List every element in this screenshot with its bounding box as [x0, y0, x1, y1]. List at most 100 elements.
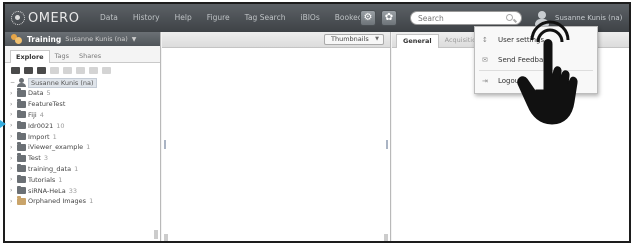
folder-icon — [17, 196, 26, 205]
nav-data[interactable]: Data — [100, 13, 118, 22]
nav-booked[interactable]: Booked — [335, 13, 363, 22]
nav-tag-search[interactable]: Tag Search — [245, 13, 286, 22]
expand-icon[interactable]: › — [10, 176, 17, 183]
main-nav: Data History Help Figure Tag Search iBIO… — [100, 13, 378, 22]
nav-help[interactable]: Help — [175, 13, 192, 22]
tree-item-count: 1 — [89, 197, 94, 206]
search-input[interactable] — [418, 12, 508, 24]
tree-item-label: iViewer_example — [28, 143, 84, 152]
tree-item[interactable]: › iViewer_example 1 — [10, 142, 160, 153]
delete-icon[interactable] — [102, 66, 111, 74]
tree-item-label: Data — [28, 89, 44, 98]
view-mode-label: Thumbnails — [331, 35, 369, 43]
tree-item-label: Import — [28, 132, 50, 141]
group-user: Susanne Kunis (na) — [65, 35, 128, 43]
search-box[interactable] — [410, 11, 522, 25]
new-screen-icon[interactable] — [37, 66, 46, 74]
tree-item[interactable]: › FeatureTest — [10, 99, 160, 110]
folder-icon — [17, 185, 26, 195]
new-dataset-icon[interactable] — [24, 66, 33, 74]
bottom-right-handle[interactable] — [384, 234, 388, 241]
hand-pointer-icon — [517, 20, 578, 125]
expand-icon[interactable]: › — [10, 198, 17, 205]
tree-item[interactable]: › Orphaned Images 1 — [10, 196, 160, 207]
link-icon[interactable] — [89, 66, 98, 74]
tree-item-count: 1 — [58, 175, 63, 184]
tree-item[interactable]: › Data 5 — [10, 88, 160, 99]
tree-item-label: FeatureTest — [28, 100, 66, 109]
copy-icon[interactable] — [63, 66, 72, 74]
tree-item[interactable]: › training_data 1 — [10, 163, 160, 175]
expand-icon[interactable]: › — [10, 111, 17, 118]
center-panel: Thumbnails ▼ — [162, 32, 391, 241]
tree-item[interactable]: › Fiji 4 — [10, 109, 160, 121]
folder-icon — [17, 131, 26, 141]
paste-icon[interactable] — [76, 66, 85, 74]
scripts-icon[interactable]: ⚙ — [360, 10, 376, 26]
tree-item-label: Tutorials — [28, 175, 56, 184]
chevron-down-icon: ▼ — [375, 36, 379, 42]
logo-text: OMERO — [28, 10, 80, 26]
expand-icon[interactable]: › — [10, 165, 17, 172]
resize-handle[interactable] — [154, 230, 158, 239]
omero-logo-icon — [11, 11, 25, 25]
left-splitter-handle[interactable] — [164, 140, 166, 149]
group-selector[interactable]: Training Susanne Kunis (na) ▼ — [5, 32, 160, 46]
tree-item-label: siRNA-HeLa — [28, 186, 66, 195]
explorer-tabs: Explore Tags Shares — [5, 46, 160, 63]
tree-item-count: 5 — [46, 89, 51, 98]
expand-icon[interactable]: › — [10, 101, 17, 108]
tree-toolbar — [5, 63, 160, 77]
folder-icon — [17, 120, 26, 130]
expand-icon[interactable]: › — [10, 90, 17, 97]
expand-icon[interactable]: › — [10, 155, 17, 162]
tree-item-label: Orphaned Images — [28, 197, 87, 206]
tree-item-count: 1 — [86, 143, 91, 152]
tab-tags[interactable]: Tags — [50, 50, 74, 63]
tree-item-label: Fiji — [28, 110, 37, 119]
tab-explore[interactable]: Explore — [10, 50, 50, 63]
folder-icon — [17, 153, 26, 162]
bottom-left-handle[interactable] — [164, 234, 168, 241]
tree-item-count: 33 — [68, 186, 77, 195]
tree-item-count: 1 — [74, 164, 79, 173]
folder-icon — [17, 174, 26, 184]
new-project-icon[interactable] — [11, 66, 20, 74]
tree-item[interactable]: › Idr0021 10 — [10, 120, 160, 131]
expand-icon[interactable]: › — [10, 187, 17, 194]
omero-logo[interactable]: OMERO — [11, 10, 79, 26]
group-icon — [11, 34, 23, 44]
tab-general[interactable]: General — [396, 34, 439, 48]
folder-icon — [17, 109, 26, 119]
left-panel: Training Susanne Kunis (na) ▼ Explore Ta… — [5, 32, 161, 241]
tree-item-count: 4 — [39, 110, 44, 119]
tree-item-count: 10 — [56, 121, 65, 130]
logout-icon: ⇥ — [482, 77, 488, 85]
expand-icon[interactable]: › — [10, 133, 17, 140]
activities-icon[interactable]: ✿ — [381, 10, 397, 26]
tab-shares[interactable]: Shares — [74, 50, 106, 63]
tree-item-count: 1 — [52, 132, 57, 141]
tree-item-count: 3 — [43, 154, 48, 163]
tree-item-label: Idr0021 — [28, 121, 54, 130]
tree-item[interactable]: › Tutorials 1 — [10, 174, 160, 185]
tree-root[interactable]: − Susanne Kunis (na) — [10, 77, 160, 88]
nav-history[interactable]: History — [133, 13, 160, 22]
right-splitter-handle[interactable] — [386, 140, 388, 149]
center-header: Thumbnails ▼ — [162, 32, 390, 48]
nav-ibios[interactable]: iBIOs — [300, 13, 319, 22]
expand-icon[interactable]: › — [10, 144, 17, 151]
folder-icon — [17, 163, 26, 173]
settings-icon: ↕ — [482, 36, 488, 44]
nav-figure[interactable]: Figure — [207, 13, 230, 22]
tree-item[interactable]: › Import 1 — [10, 131, 160, 142]
collapse-icon[interactable]: − — [10, 79, 17, 86]
tree-item[interactable]: › siRNA-HeLa 33 — [10, 185, 160, 196]
folder-icon — [17, 99, 26, 108]
cut-icon[interactable] — [50, 66, 59, 74]
user-icon — [17, 78, 26, 87]
view-mode-select[interactable]: Thumbnails ▼ — [324, 34, 384, 45]
tree-item[interactable]: › Test 3 — [10, 153, 160, 164]
pointer-arrow-icon — [0, 120, 6, 128]
expand-icon[interactable]: › — [10, 122, 17, 129]
